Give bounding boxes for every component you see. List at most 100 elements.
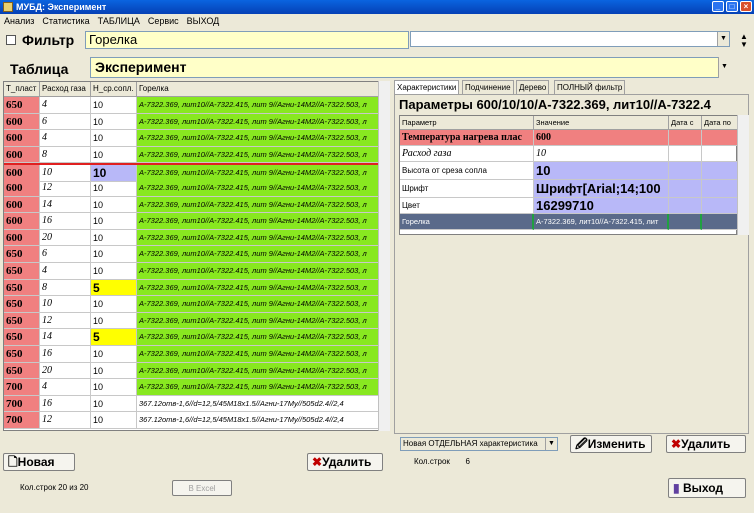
menu-service[interactable]: Сервис bbox=[144, 16, 183, 26]
table-row[interactable]: 600 8 10 А-7322.369, лит10//А-7322.415, лит… bbox=[4, 146, 388, 164]
right-count: Кол.строк 6 bbox=[414, 457, 470, 466]
filter-label: Фильтр bbox=[22, 32, 75, 48]
delete-left-button[interactable]: ✖Удалить bbox=[307, 453, 383, 471]
window-title: МУБД: Эксперимент bbox=[16, 2, 107, 12]
table-row[interactable]: 600 20 10 А-7322.369, лит10//А-7322.415, ли… bbox=[4, 229, 388, 247]
params-scrollbar[interactable] bbox=[737, 115, 749, 235]
table-cell: 10 bbox=[91, 412, 137, 429]
table-cell: 4 bbox=[40, 263, 91, 280]
table-cell: А-7322.369, лит10//А-7322.415, лит 9//Аг… bbox=[137, 312, 388, 330]
table-cell: 600 bbox=[4, 213, 40, 230]
table-row[interactable]: 600 16 10 А-7322.369, лит10//А-7322.415, ли… bbox=[4, 213, 388, 230]
close-button[interactable]: × bbox=[740, 1, 752, 12]
menu-analysis[interactable]: Анализ bbox=[0, 16, 38, 26]
characteristic-combo[interactable]: Новая ОТДЕЛЬНАЯ характеристика ▼ bbox=[400, 437, 558, 451]
table-cell: 600 bbox=[4, 229, 40, 247]
chevron-down-icon[interactable]: ▼ bbox=[545, 438, 557, 450]
table-row[interactable]: 650 20 10 А-7322.369, лит10//А-7322.415, ли… bbox=[4, 362, 388, 380]
table-cell: 6 bbox=[40, 113, 91, 131]
col-header[interactable]: Дата с bbox=[669, 116, 702, 130]
table-cell: 10 bbox=[91, 312, 137, 330]
filter-checkbox[interactable] bbox=[6, 35, 16, 45]
exit-button[interactable]: ▮ Выход bbox=[668, 478, 746, 498]
tab-full-filter[interactable]: ПОЛНЫЙ фильтр bbox=[554, 80, 626, 94]
maximize-button[interactable]: □ bbox=[726, 1, 738, 12]
filter-field[interactable]: Горелка bbox=[85, 31, 409, 49]
chevron-down-icon[interactable]: ▼ bbox=[717, 32, 729, 46]
table-cell: А-7322.369, лит10//А-7322.415, лит 9//Аг… bbox=[137, 146, 388, 164]
param-row[interactable]: Шрифт Шрифт[Arial;14;100 bbox=[400, 180, 738, 198]
table-field[interactable]: Эксперимент bbox=[90, 57, 730, 78]
table-cell: 10 bbox=[91, 395, 137, 413]
menu-statistics[interactable]: Статистика bbox=[38, 16, 93, 26]
table-row[interactable]: 650 16 10 А-7322.369, лит10//А-7322.415, ли… bbox=[4, 346, 388, 363]
table-cell: А-7322.369, лит10//А-7322.415, лит 9//Аг… bbox=[137, 213, 388, 230]
param-row[interactable]: Высота от среза сопла 10 bbox=[400, 162, 738, 180]
filter-row: Фильтр Горелка ▼ ▲ ▼ bbox=[0, 29, 754, 51]
table-row[interactable]: 650 4 10 А-7322.369, лит10//А-7322.415, лит… bbox=[4, 97, 388, 114]
table-row-select: Таблица Эксперимент ▼ bbox=[0, 57, 754, 79]
col-header[interactable]: Расход газа bbox=[40, 82, 91, 97]
edit-icon: 🖉 bbox=[575, 437, 588, 451]
table-cell: 600 bbox=[4, 146, 40, 164]
grid-header: T_пласт Расход газа H_ср.сопл. Горелка bbox=[4, 82, 388, 97]
col-header[interactable]: Горелка bbox=[137, 82, 388, 97]
minimize-button[interactable]: _ bbox=[712, 1, 724, 12]
table-cell: 367.12отв-1,6//d=12,5/45М18х1.5//Агни-17… bbox=[137, 412, 388, 429]
tab-tree[interactable]: Дерево bbox=[516, 80, 550, 94]
table-row[interactable]: 650 12 10 А-7322.369, лит10//А-7322.415, ли… bbox=[4, 312, 388, 330]
table-row[interactable]: 650 14 5 А-7322.369, лит10//А-7322.415, лит… bbox=[4, 329, 388, 346]
table-row[interactable]: 650 6 10 А-7322.369, лит10//А-7322.415, лит… bbox=[4, 246, 388, 263]
table-cell: 4 bbox=[40, 379, 91, 396]
menu-table[interactable]: ТАБЛИЦА bbox=[94, 16, 144, 26]
table-row[interactable]: 600 14 10 А-7322.369, лит10//А-7322.415, ли… bbox=[4, 196, 388, 214]
table-cell: 650 bbox=[4, 362, 40, 380]
title-bar: МУБД: Эксперимент _ □ × bbox=[0, 0, 754, 14]
table-cell: А-7322.369, лит10//А-7322.415, лит 9//Аг… bbox=[137, 196, 388, 214]
table-cell: 5 bbox=[91, 329, 137, 346]
delete-right-button[interactable]: ✖Удалить bbox=[666, 435, 746, 453]
table-row[interactable]: 650 10 10 А-7322.369, лит10//А-7322.415, ли… bbox=[4, 296, 388, 313]
document-icon: 🗋 bbox=[8, 455, 18, 469]
table-row[interactable]: 650 8 5 А-7322.369, лит10//А-7322.415, лит … bbox=[4, 279, 388, 297]
table-row[interactable]: 600 12 10 А-7322.369, лит10//А-7322.415, ли… bbox=[4, 180, 388, 197]
table-cell: 16 bbox=[40, 395, 91, 413]
experiment-grid[interactable]: T_пласт Расход газа H_ср.сопл. Горелка 6… bbox=[3, 81, 389, 431]
edit-button[interactable]: 🖉Изменить bbox=[570, 435, 652, 453]
filter-combo[interactable]: ▼ bbox=[410, 31, 730, 47]
table-cell: 700 bbox=[4, 379, 40, 396]
menu-exit[interactable]: ВЫХОД bbox=[183, 16, 224, 26]
table-row[interactable]: 600 6 10 А-7322.369, лит10//А-7322.415, лит… bbox=[4, 113, 388, 131]
tab-characteristics[interactable]: Характеристики bbox=[394, 80, 460, 94]
param-row-selected[interactable]: Горелка А-7322.369, лит10//А-7322.415, л… bbox=[400, 214, 738, 230]
grid-scrollbar[interactable] bbox=[378, 81, 390, 431]
main-window: МУБД: Эксперимент _ □ × Анализ Статистика… bbox=[0, 0, 754, 513]
chevron-down-icon[interactable]: ▼ bbox=[718, 57, 730, 78]
params-title: Параметры 600/10/10/А-7322.369, лит10//А… bbox=[399, 97, 711, 112]
col-header[interactable]: Параметр bbox=[400, 116, 534, 130]
table-row[interactable]: 700 12 10 367.12отв-1,6//d=12,5/45М18х1.5//… bbox=[4, 412, 388, 429]
col-header[interactable]: Дата по bbox=[702, 116, 738, 130]
table-cell: 600 bbox=[4, 130, 40, 147]
table-cell: 10 bbox=[91, 113, 137, 131]
params-grid[interactable]: Параметр Значение Дата с Дата по Темпера… bbox=[399, 115, 738, 235]
table-row[interactable]: 700 16 10 367.12отв-1,6//d=12,5/45М18х1.5//… bbox=[4, 395, 388, 413]
param-row[interactable]: Расход газа 10 bbox=[400, 146, 738, 162]
col-header[interactable]: T_пласт bbox=[4, 82, 40, 97]
new-button[interactable]: 🗋Новая bbox=[3, 453, 75, 471]
table-cell: 10 bbox=[91, 346, 137, 363]
spin-arrows-icon[interactable]: ▲ ▼ bbox=[740, 33, 750, 49]
col-header[interactable]: Значение bbox=[534, 116, 669, 130]
param-row[interactable]: Цвет 16299710 bbox=[400, 198, 738, 214]
param-row[interactable]: Температура нагрева плас 600 bbox=[400, 130, 738, 146]
tab-subordination[interactable]: Подчинение bbox=[462, 80, 514, 94]
table-row[interactable]: 600 10 10 А-7322.369, лит10//А-7322.415, ли… bbox=[4, 163, 388, 182]
table-row[interactable]: 650 4 10 А-7322.369, лит10//А-7322.415, лит… bbox=[4, 263, 388, 280]
col-header[interactable]: H_ср.сопл. bbox=[91, 82, 137, 97]
table-cell: 650 bbox=[4, 97, 40, 114]
table-row[interactable]: 700 4 10 А-7322.369, лит10//А-7322.415, лит… bbox=[4, 379, 388, 396]
excel-button[interactable]: В Excel bbox=[172, 480, 232, 496]
table-cell: 5 bbox=[91, 279, 137, 297]
table-row[interactable]: 600 4 10 А-7322.369, лит10//А-7322.415, лит… bbox=[4, 130, 388, 147]
table-cell: 650 bbox=[4, 263, 40, 280]
